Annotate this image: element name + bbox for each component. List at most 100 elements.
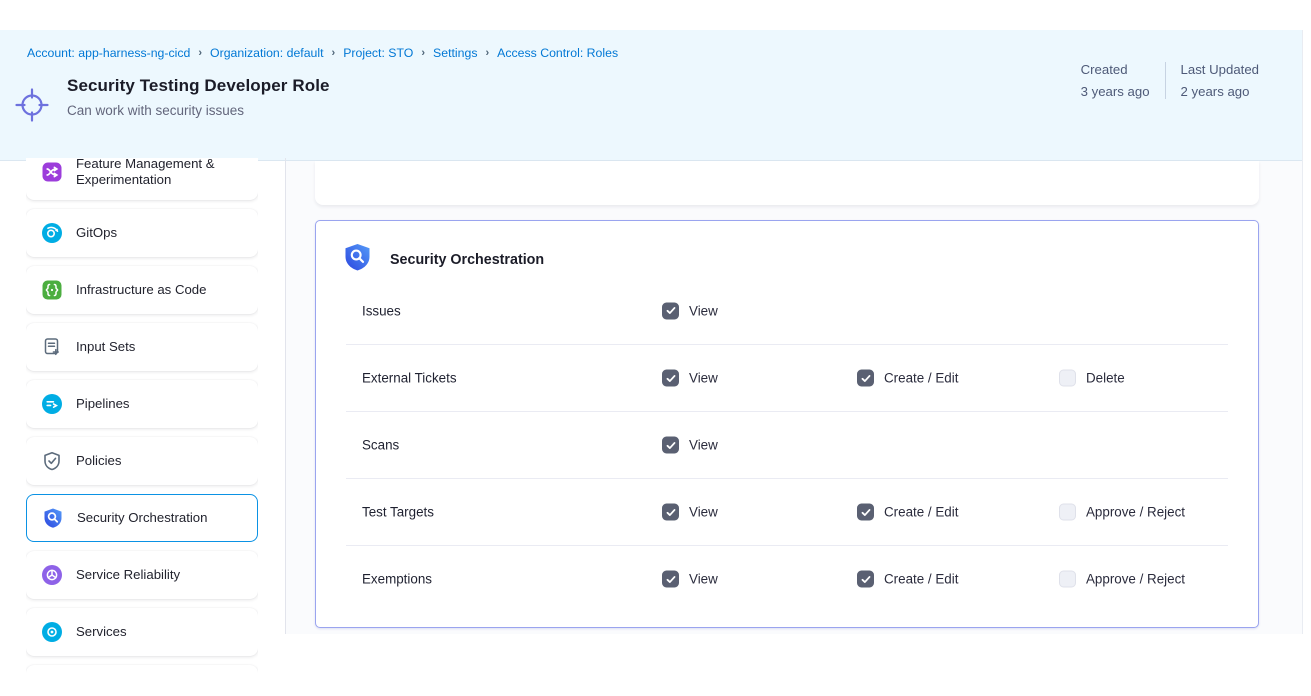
scroll-track-line <box>1302 30 1303 634</box>
permission-toggle-view[interactable]: View <box>662 504 718 521</box>
checkbox-icon[interactable] <box>857 571 874 588</box>
breadcrumb-access-control-roles[interactable]: Access Control: Roles <box>497 46 618 60</box>
permission-label: Create / Edit <box>884 572 958 587</box>
breadcrumb-organization[interactable]: Organization: default <box>210 46 323 60</box>
checkbox-icon[interactable] <box>662 571 679 588</box>
permission-label: Approve / Reject <box>1086 572 1185 587</box>
permission-label: Delete <box>1086 371 1125 386</box>
security-orchestration-panel: Security Orchestration Issues View Exter… <box>315 220 1259 628</box>
created-value: 3 years ago <box>1081 84 1150 99</box>
breadcrumb-separator: › <box>332 47 336 59</box>
role-meta: Created 3 years ago Last Updated 2 years… <box>1081 62 1259 99</box>
sidebar-item-input-sets[interactable]: Input Sets <box>26 323 258 371</box>
iac-icon <box>41 279 63 301</box>
scrolled-card-bottom <box>315 161 1259 205</box>
resource-label: Test Targets <box>362 505 434 520</box>
security-orchestration-shield-icon <box>344 243 371 277</box>
breadcrumb-separator: › <box>485 47 489 59</box>
page: Account: app-harness-ng-cicd › Organizat… <box>0 0 1311 696</box>
checkbox-icon[interactable] <box>857 370 874 387</box>
breadcrumb-project[interactable]: Project: STO <box>343 46 413 60</box>
breadcrumb-separator: › <box>421 47 425 59</box>
breadcrumb-settings[interactable]: Settings <box>433 46 477 60</box>
panel-title: Security Orchestration <box>390 252 544 268</box>
permission-label: Create / Edit <box>884 505 958 520</box>
sidebar-item-gitops[interactable]: GitOps <box>26 209 258 257</box>
sidebar-item-partial[interactable] <box>26 665 258 696</box>
sidebar-item-label: Security Orchestration <box>77 510 207 526</box>
permission-toggle-view[interactable]: View <box>662 571 718 588</box>
permission-label: Create / Edit <box>884 371 958 386</box>
permission-label: Approve / Reject <box>1086 505 1185 520</box>
permission-rows: Issues View External Tickets <box>346 277 1228 612</box>
pipelines-icon <box>41 393 63 415</box>
permission-toggle-approve-reject[interactable]: Approve / Reject <box>1059 571 1185 588</box>
sidebar-item-policies[interactable]: Policies <box>26 437 258 485</box>
page-header: Account: app-harness-ng-cicd › Organizat… <box>0 30 1303 161</box>
checkbox-icon[interactable] <box>662 302 679 319</box>
created-label: Created <box>1081 62 1150 77</box>
policies-shield-icon <box>41 450 63 472</box>
permission-row-external-tickets: External Tickets View Create / Edit <box>346 344 1228 411</box>
sidebar-item-label: Infrastructure as Code <box>76 282 206 298</box>
permission-row-scans: Scans View <box>346 411 1228 478</box>
page-title: Security Testing Developer Role <box>67 76 330 96</box>
input-sets-icon <box>41 336 63 358</box>
panel-header: Security Orchestration <box>344 243 544 277</box>
service-reliability-icon <box>41 564 63 586</box>
sidebar-item-label: Service Reliability <box>76 567 180 583</box>
services-icon <box>41 621 63 643</box>
permission-toggle-delete[interactable]: Delete <box>1059 370 1125 387</box>
permission-toggle-view[interactable]: View <box>662 437 718 454</box>
last-updated-value: 2 years ago <box>1181 84 1259 99</box>
permission-label: View <box>689 303 718 318</box>
page-subtitle: Can work with security issues <box>67 103 244 118</box>
permission-row-exemptions: Exemptions View Create / Edit <box>346 545 1228 612</box>
sidebar-item-label: GitOps <box>76 225 117 241</box>
permission-toggle-create-edit[interactable]: Create / Edit <box>857 370 958 387</box>
role-target-icon <box>12 85 52 130</box>
permission-toggle-view[interactable]: View <box>662 302 718 319</box>
meta-divider <box>1165 62 1166 99</box>
checkbox-icon[interactable] <box>1059 504 1076 521</box>
breadcrumb-separator: › <box>198 47 202 59</box>
resource-label: Exemptions <box>362 572 432 587</box>
created-meta: Created 3 years ago <box>1081 62 1150 99</box>
sidebar-item-label: Services <box>76 624 127 640</box>
sidebar-item-infrastructure-as-code[interactable]: Infrastructure as Code <box>26 266 258 314</box>
sidebar-item-pipelines[interactable]: Pipelines <box>26 380 258 428</box>
checkbox-icon[interactable] <box>1059 370 1076 387</box>
sidebar-item-label: Feature Management & Experimentation <box>76 158 248 188</box>
permission-label: View <box>689 572 718 587</box>
checkbox-icon[interactable] <box>1059 571 1076 588</box>
last-updated-label: Last Updated <box>1181 62 1259 77</box>
resource-label: Scans <box>362 438 399 453</box>
checkbox-icon[interactable] <box>662 437 679 454</box>
gitops-icon <box>41 222 63 244</box>
resource-label: Issues <box>362 303 401 318</box>
sidebar-item-service-reliability[interactable]: Service Reliability <box>26 551 258 599</box>
permission-row-issues: Issues View <box>346 277 1228 344</box>
sidebar-item-feature-management[interactable]: Feature Management & Experimentation <box>26 158 258 200</box>
permission-row-test-targets: Test Targets View Create / Edit <box>346 478 1228 545</box>
permission-toggle-create-edit[interactable]: Create / Edit <box>857 571 958 588</box>
sidebar-item-security-orchestration[interactable]: Security Orchestration <box>26 494 258 542</box>
permissions-pane: Security Orchestration Issues View Exter… <box>286 161 1302 634</box>
permission-toggle-approve-reject[interactable]: Approve / Reject <box>1059 504 1185 521</box>
sidebar-item-label: Input Sets <box>76 339 135 355</box>
breadcrumb-account[interactable]: Account: app-harness-ng-cicd <box>27 46 190 60</box>
sidebar-item-label: Policies <box>76 453 121 469</box>
breadcrumb: Account: app-harness-ng-cicd › Organizat… <box>27 46 618 60</box>
permission-label: View <box>689 438 718 453</box>
feature-flags-icon <box>41 161 63 183</box>
sidebar-item-label: Pipelines <box>76 396 130 412</box>
permission-toggle-view[interactable]: View <box>662 370 718 387</box>
sidebar-item-services[interactable]: Services <box>26 608 258 656</box>
permission-toggle-create-edit[interactable]: Create / Edit <box>857 504 958 521</box>
permission-label: View <box>689 505 718 520</box>
checkbox-icon[interactable] <box>662 370 679 387</box>
checkbox-icon[interactable] <box>662 504 679 521</box>
security-orchestration-icon <box>42 507 64 529</box>
resource-label: External Tickets <box>362 371 457 386</box>
checkbox-icon[interactable] <box>857 504 874 521</box>
